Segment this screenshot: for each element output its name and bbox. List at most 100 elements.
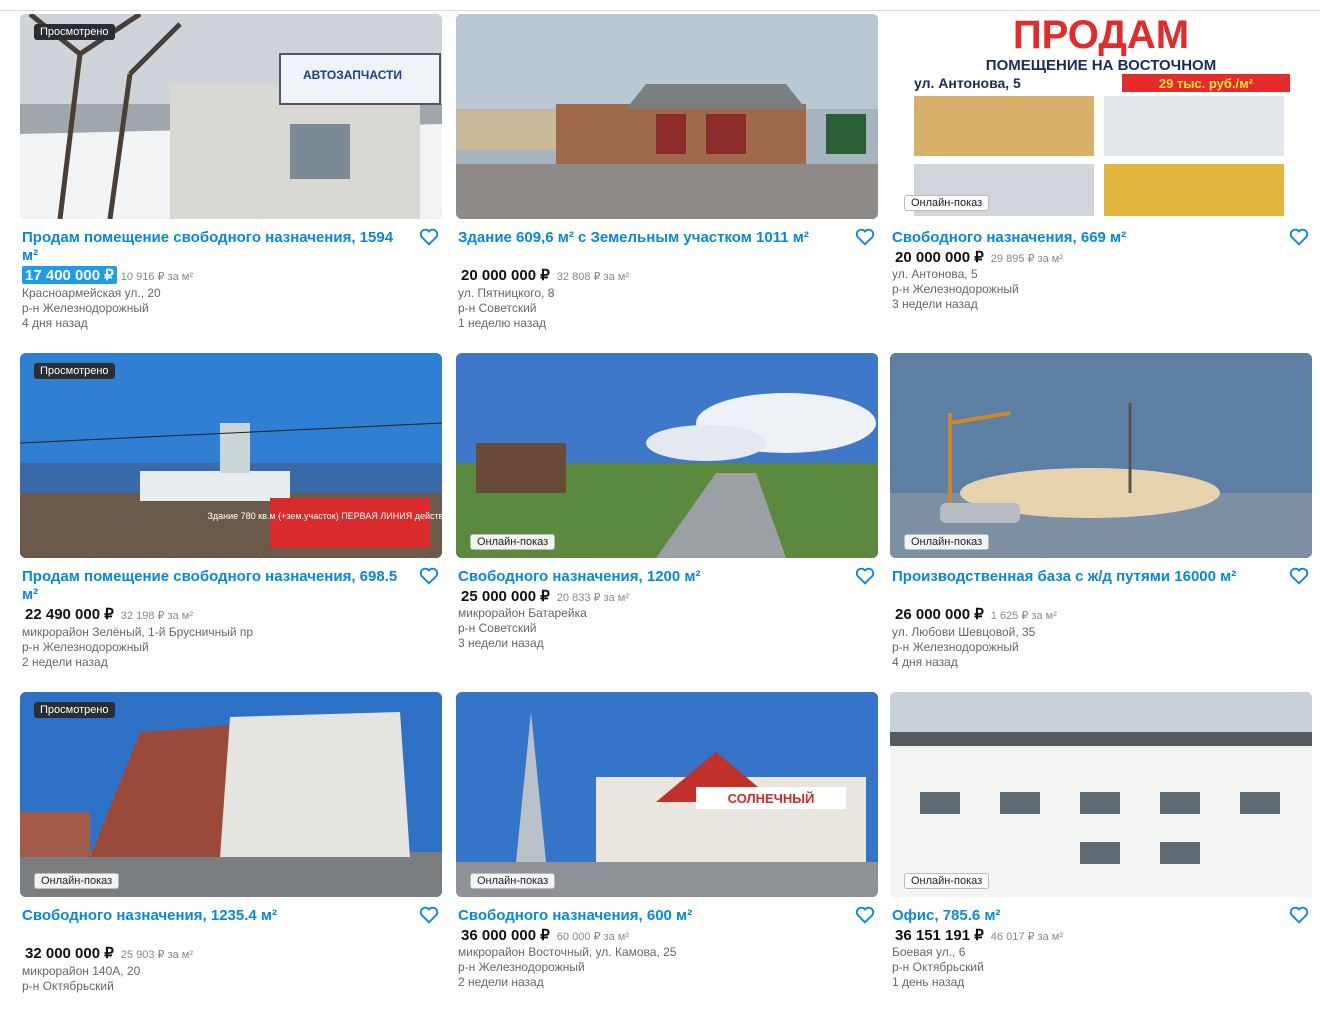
- listing-price: 20 000 000 ₽: [895, 249, 984, 266]
- poster-subline: ПОМЕЩЕНИЕ НА ВОСТОЧНОМ: [986, 57, 1216, 74]
- listing-photo[interactable]: Просмотрено Онлайн-показ: [20, 692, 442, 897]
- listing-photo[interactable]: [456, 14, 878, 219]
- listing-meta: Красноармейская ул., 20 р-н Железнодорож…: [22, 286, 161, 331]
- price-row: 20 000 000 ₽ 29 895 ₽ за м²: [892, 248, 1063, 266]
- listing-meta: ул. Пятницкого, 8 р-н Советский 1 неделю…: [458, 286, 554, 331]
- listing-meta: ул. Любови Шевцовой, 35 р-н Железнодорож…: [892, 625, 1035, 670]
- viewed-badge: Просмотрено: [34, 363, 115, 379]
- listing-meta: микрорайон Зелёный, 1-й Брусничный пр р-…: [22, 625, 253, 670]
- listing-meta: микрорайон Восточный, ул. Камова, 25 р-н…: [458, 945, 676, 990]
- price-per-sqm: 32 198 ₽ за м²: [120, 610, 193, 622]
- favorite-heart-icon[interactable]: [418, 904, 440, 926]
- listing-card[interactable]: Онлайн-показ Офис, 785.6 м² 36 151 191 ₽…: [890, 692, 1314, 1022]
- listing-title[interactable]: Производственная база с ж/д путями 16000…: [892, 568, 1282, 586]
- listing-price: 26 000 000 ₽: [895, 606, 984, 623]
- listing-address: микрорайон Зелёный, 1-й Брусничный пр: [22, 625, 254, 639]
- listing-district: р-н Железнодорожный: [892, 640, 1019, 654]
- favorite-heart-icon[interactable]: [1288, 565, 1310, 587]
- listing-date: 1 день назад: [892, 975, 965, 989]
- online-viewing-badge: Онлайн-показ: [904, 195, 990, 211]
- listing-title[interactable]: Свободного назначения, 600 м²: [458, 907, 848, 925]
- favorite-heart-icon[interactable]: [418, 565, 440, 587]
- listing-photo[interactable]: АВТОЗАПЧАСТИ Просмотрено: [20, 14, 442, 219]
- listing-price: 36 000 000 ₽: [461, 927, 550, 944]
- listing-price: 22 490 000 ₽: [25, 606, 114, 623]
- listing-address: ул. Антонова, 5: [892, 267, 978, 281]
- price-row: 22 490 000 ₽ 32 198 ₽ за м²: [22, 605, 193, 623]
- listing-photo[interactable]: Онлайн-показ: [890, 692, 1312, 897]
- viewed-badge: Просмотрено: [34, 702, 115, 718]
- listing-date: 1 неделю назад: [458, 316, 547, 330]
- listing-district: р-н Железнодорожный: [22, 301, 149, 315]
- poster-price-tag: 29 тыс. руб./м²: [1159, 76, 1254, 91]
- listing-card[interactable]: АВТОЗАПЧАСТИ Просмотрено Продам помещени…: [20, 14, 444, 344]
- listing-photo[interactable]: Здание 780 кв.м (+зем.участок) ПЕРВАЯ ЛИ…: [20, 353, 442, 558]
- listing-district: р-н Железнодорожный: [22, 640, 149, 654]
- price-per-sqm: 29 895 ₽ за м²: [990, 253, 1063, 265]
- listing-card[interactable]: Здание 780 кв.м (+зем.участок) ПЕРВАЯ ЛИ…: [20, 353, 444, 683]
- price-row: 36 151 191 ₽ 46 017 ₽ за м²: [892, 926, 1063, 944]
- favorite-heart-icon[interactable]: [854, 904, 876, 926]
- online-viewing-badge: Онлайн-показ: [470, 873, 556, 889]
- listing-photo[interactable]: Онлайн-показ: [890, 353, 1312, 558]
- online-viewing-badge: Онлайн-показ: [34, 873, 120, 889]
- favorite-heart-icon[interactable]: [1288, 904, 1310, 926]
- listing-date: 3 недели назад: [892, 297, 978, 311]
- poster-address: ул. Антонова, 5: [914, 75, 1021, 91]
- banner-text: Здание 780 кв.м (+зем.участок) ПЕРВАЯ ЛИ…: [207, 511, 442, 521]
- listing-card[interactable]: Здание 609,6 м² с Земельным участком 101…: [456, 14, 880, 344]
- listing-date: 4 дня назад: [22, 316, 88, 330]
- listing-title[interactable]: Продам помещение свободного назначения, …: [22, 568, 412, 604]
- online-viewing-badge: Онлайн-показ: [904, 873, 990, 889]
- favorite-heart-icon[interactable]: [418, 226, 440, 248]
- listing-address: ул. Пятницкого, 8: [458, 286, 555, 300]
- price-per-sqm: 46 017 ₽ за м²: [990, 931, 1063, 943]
- listing-card[interactable]: Просмотрено Онлайн-показ Свободного назн…: [20, 692, 444, 1022]
- price-per-sqm: 20 833 ₽ за м²: [556, 592, 629, 604]
- listing-district: р-н Железнодорожный: [458, 960, 585, 974]
- listing-district: р-н Октябрьский: [892, 960, 984, 974]
- online-viewing-badge: Онлайн-показ: [904, 534, 990, 550]
- price-per-sqm: 10 916 ₽ за м²: [120, 271, 193, 283]
- listing-card[interactable]: СОЛНЕЧНЫЙ Онлайн-показ Свободного назнач…: [456, 692, 880, 1022]
- listing-title[interactable]: Здание 609,6 м² с Земельным участком 101…: [458, 229, 848, 247]
- listing-title[interactable]: Свободного назначения, 669 м²: [892, 229, 1282, 247]
- listing-address: микрорайон Батарейка: [458, 606, 587, 620]
- listing-price: 36 151 191 ₽: [895, 927, 984, 944]
- listing-price: 20 000 000 ₽: [461, 267, 550, 284]
- listing-address: микрорайон Восточный, ул. Камова, 25: [458, 945, 677, 959]
- listing-photo[interactable]: ПРОДАМ ПОМЕЩЕНИЕ НА ВОСТОЧНОМ ул. Антоно…: [890, 14, 1312, 219]
- online-viewing-badge: Онлайн-показ: [470, 534, 556, 550]
- favorite-heart-icon[interactable]: [854, 226, 876, 248]
- listing-date: 3 недели назад: [458, 636, 544, 650]
- listing-district: р-н Железнодорожный: [892, 282, 1019, 296]
- listing-card[interactable]: Онлайн-показ Свободного назначения, 1200…: [456, 353, 880, 683]
- listing-date: 4 дня назад: [892, 655, 958, 669]
- listing-meta: микрорайон Батарейка р-н Советский 3 нед…: [458, 606, 587, 651]
- poster-headline: ПРОДАМ: [1013, 14, 1189, 57]
- listing-card[interactable]: Онлайн-показ Производственная база с ж/д…: [890, 353, 1314, 683]
- price-per-sqm: 25 903 ₽ за м²: [120, 949, 193, 961]
- listing-title[interactable]: Офис, 785.6 м²: [892, 907, 1282, 925]
- listing-address: Красноармейская ул., 20: [22, 286, 161, 300]
- listing-title[interactable]: Свободного назначения, 1200 м²: [458, 568, 848, 586]
- listing-date: 2 недели назад: [458, 975, 544, 989]
- listing-title[interactable]: Свободного назначения, 1235.4 м²: [22, 907, 412, 925]
- listing-address: микрорайон 140А, 20: [22, 964, 141, 978]
- top-divider: [0, 0, 1320, 11]
- price-per-sqm: 60 000 ₽ за м²: [556, 931, 629, 943]
- price-row: 17 400 000 ₽10 916 ₽ за м²: [22, 266, 193, 284]
- price-row: 25 000 000 ₽ 20 833 ₽ за м²: [458, 587, 629, 605]
- favorite-heart-icon[interactable]: [854, 565, 876, 587]
- favorite-heart-icon[interactable]: [1288, 226, 1310, 248]
- listing-district: р-н Советский: [458, 301, 537, 315]
- listing-address: ул. Любови Шевцовой, 35: [892, 625, 1036, 639]
- listing-title[interactable]: Продам помещение свободного назначения, …: [22, 229, 412, 265]
- listing-photo[interactable]: СОЛНЕЧНЫЙ Онлайн-показ: [456, 692, 878, 897]
- listing-photo[interactable]: Онлайн-показ: [456, 353, 878, 558]
- viewed-badge: Просмотрено: [34, 24, 115, 40]
- listing-card[interactable]: ПРОДАМ ПОМЕЩЕНИЕ НА ВОСТОЧНОМ ул. Антоно…: [890, 14, 1314, 344]
- store-sign-text: АВТОЗАПЧАСТИ: [303, 68, 402, 82]
- listing-meta: Боевая ул., 6 р-н Октябрьский 1 день наз…: [892, 945, 984, 990]
- listing-price: 32 000 000 ₽: [25, 945, 114, 962]
